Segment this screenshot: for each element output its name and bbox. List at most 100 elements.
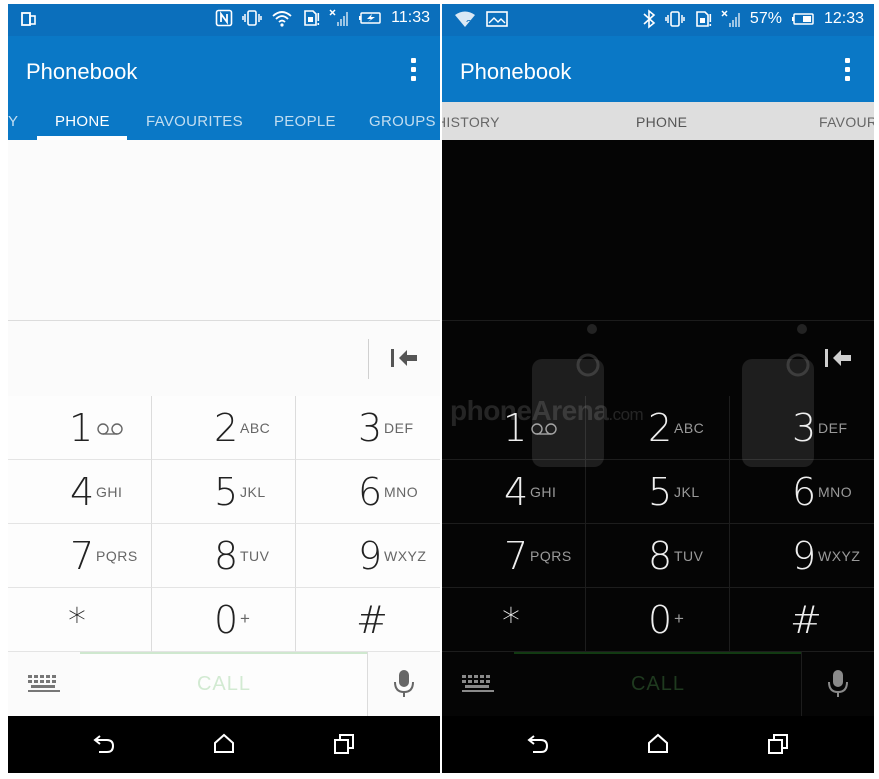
battery-percent: 57% [749, 10, 782, 27]
key-digit: 4 [504, 470, 529, 514]
overflow-menu-icon[interactable] [408, 56, 418, 84]
recents-icon[interactable] [332, 732, 356, 761]
key-star[interactable]: * [8, 588, 152, 652]
back-icon[interactable] [526, 732, 550, 761]
key-letters: WXYZ [384, 548, 427, 564]
keypad: 1 2 ABC 3 DEF 4 GHI 5 JKL 6 MNO 7 PQRS 8 [8, 396, 440, 652]
status-bar: ? 57% 12:33 [442, 4, 874, 36]
key-letters: DEF [384, 420, 414, 436]
voicemail-icon [96, 422, 124, 441]
key-8[interactable]: 8 TUV [586, 524, 730, 588]
wifi-icon [271, 9, 293, 27]
key-8[interactable]: 8 TUV [152, 524, 296, 588]
keyboard-button[interactable] [442, 652, 515, 716]
home-icon[interactable] [646, 732, 670, 761]
vibrate-icon [665, 10, 685, 28]
tab-bar: Y PHONE FAVOURITES PEOPLE GROUPS [8, 102, 440, 140]
call-button[interactable]: CALL [514, 652, 802, 716]
status-bar: 11:33 [8, 4, 440, 36]
key-5[interactable]: 5 JKL [152, 460, 296, 524]
wifi-question-icon: ? [454, 10, 478, 28]
keyboard-button[interactable] [8, 652, 81, 716]
key-3[interactable]: 3 DEF [296, 396, 440, 460]
key-letters: MNO [384, 484, 419, 500]
backspace-button[interactable] [368, 321, 440, 397]
action-row: CALL [8, 652, 440, 716]
voicemail-icon [530, 422, 558, 441]
phone-screen-dark: ? 57% 12:33 Phonebook HISTORY PHONE FAVO… [442, 4, 874, 773]
key-6[interactable]: 6 MNO [730, 460, 874, 524]
tab-history[interactable]: HISTORY [442, 114, 500, 130]
tab-phone[interactable]: PHONE [636, 114, 687, 130]
voice-input-button[interactable] [801, 652, 874, 716]
battery-icon [791, 10, 815, 28]
dialer-display-area [8, 140, 440, 320]
key-digit: 3 [358, 406, 383, 450]
key-hash[interactable]: # [296, 588, 440, 652]
key-digit: 7 [70, 534, 95, 578]
tab-phone[interactable]: PHONE [55, 113, 110, 130]
key-letters: DEF [818, 420, 848, 436]
key-7[interactable]: 7 PQRS [8, 524, 152, 588]
tab-groups[interactable]: GROUPS [369, 113, 436, 130]
backspace-icon [390, 347, 418, 374]
key-9[interactable]: 9 WXYZ [730, 524, 874, 588]
key-digit: 2 [648, 406, 673, 450]
tab-history[interactable]: Y [8, 113, 18, 130]
battery-charging-icon [358, 9, 382, 27]
number-input-row[interactable] [442, 320, 874, 398]
action-row: CALL [442, 652, 874, 716]
key-2[interactable]: 2 ABC [586, 396, 730, 460]
key-2[interactable]: 2 ABC [152, 396, 296, 460]
key-digit: 2 [214, 406, 239, 450]
dialer-display-area [442, 140, 874, 320]
tab-favourites[interactable]: FAVOURITES [146, 113, 243, 130]
home-icon[interactable] [212, 732, 236, 761]
key-hash[interactable]: # [730, 588, 874, 652]
key-digit: # [356, 598, 388, 642]
app-bar: Phonebook [442, 36, 874, 102]
tab-favourites[interactable]: FAVOUR [819, 114, 874, 130]
overflow-menu-icon[interactable] [842, 56, 852, 84]
tab-bar: HISTORY PHONE FAVOUR [442, 102, 874, 140]
backspace-button[interactable] [802, 321, 874, 397]
key-letters: MNO [818, 484, 853, 500]
voice-input-button[interactable] [367, 652, 440, 716]
key-0[interactable]: 0 + [586, 588, 730, 652]
key-0[interactable]: 0 + [152, 588, 296, 652]
app-title: Phonebook [26, 59, 138, 84]
no-signal-icon [721, 10, 741, 28]
key-4[interactable]: 4 GHI [8, 460, 152, 524]
key-digit: 9 [358, 534, 383, 578]
status-time: 12:33 [823, 10, 864, 27]
back-icon[interactable] [92, 732, 116, 761]
tab-people[interactable]: PEOPLE [274, 113, 336, 130]
key-letters: GHI [96, 484, 123, 500]
key-letters: TUV [674, 548, 704, 564]
key-digit: # [790, 598, 822, 642]
key-1[interactable]: 1 [442, 396, 586, 460]
key-digit: 5 [214, 470, 239, 514]
key-digit: 3 [792, 406, 817, 450]
number-input-row[interactable] [8, 320, 440, 398]
keyboard-icon [27, 674, 61, 699]
key-5[interactable]: 5 JKL [586, 460, 730, 524]
key-digit: 0 [214, 598, 239, 642]
key-3[interactable]: 3 DEF [730, 396, 874, 460]
backspace-icon [824, 347, 852, 374]
sim-icon [302, 9, 320, 27]
key-9[interactable]: 9 WXYZ [296, 524, 440, 588]
vibrate-icon [242, 9, 262, 27]
call-button[interactable]: CALL [80, 652, 368, 716]
key-6[interactable]: 6 MNO [296, 460, 440, 524]
key-star[interactable]: * [442, 588, 586, 652]
keypad: 1 2 ABC 3 DEF 4 GHI 5 JKL 6 MNO 7 PQRS 8 [442, 396, 874, 652]
key-7[interactable]: 7 PQRS [442, 524, 586, 588]
divider [368, 339, 369, 379]
key-letters: + [674, 609, 685, 628]
call-label: CALL [196, 673, 252, 695]
recents-icon[interactable] [766, 732, 790, 761]
key-4[interactable]: 4 GHI [442, 460, 586, 524]
key-1[interactable]: 1 [8, 396, 152, 460]
key-digit: 6 [358, 470, 383, 514]
